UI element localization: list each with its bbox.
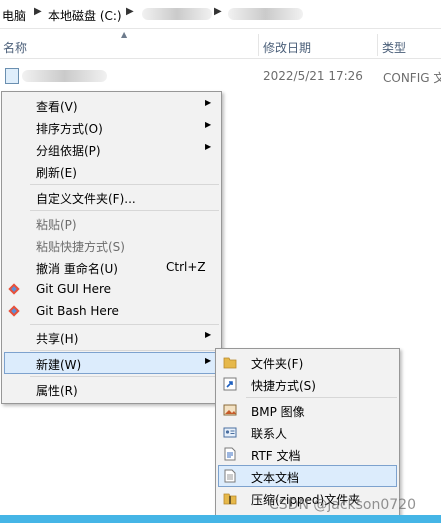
git-bash-icon: [8, 305, 20, 317]
menu-item-refresh[interactable]: 刷新(E): [4, 160, 219, 182]
breadcrumb-local-disk[interactable]: 本地磁盘 (C:): [48, 7, 122, 24]
breadcrumb-separator-icon[interactable]: ▶: [214, 6, 222, 17]
rtf-document-icon: [224, 447, 236, 461]
menu-item-shortcut: Ctrl+Z: [166, 260, 206, 274]
bmp-image-icon: [223, 404, 237, 416]
taskbar-strip: [0, 515, 441, 523]
menu-item-label: 自定义文件夹(F)...: [36, 192, 136, 206]
submenu-arrow-icon: ▶: [205, 330, 212, 339]
breadcrumb-separator-icon[interactable]: ▶: [34, 6, 42, 17]
menu-item-label: 文件夹(F): [251, 357, 304, 371]
menu-item-label: 分组依据(P): [36, 144, 101, 158]
submenu-arrow-icon: ▶: [205, 120, 212, 129]
submenu-arrow-icon: ▶: [205, 142, 212, 151]
menu-item-label: 快捷方式(S): [251, 379, 316, 393]
text-document-icon: [224, 469, 236, 483]
menu-item-label: 刷新(E): [36, 166, 77, 180]
column-divider[interactable]: [377, 34, 378, 56]
menu-item-git-bash[interactable]: Git Bash Here: [4, 300, 219, 322]
breadcrumb-redacted-folder[interactable]: [228, 8, 303, 20]
menu-item-view[interactable]: 查看(V) ▶: [4, 94, 219, 116]
menu-item-label: BMP 图像: [251, 405, 305, 419]
column-header-modified[interactable]: 修改日期: [263, 39, 311, 56]
menu-item-paste[interactable]: 粘贴(P): [4, 212, 219, 234]
column-header-type[interactable]: 类型: [382, 39, 406, 56]
menu-item-properties[interactable]: 属性(R): [4, 378, 219, 400]
column-header-bar: ▲ 名称 修改日期 类型: [0, 30, 441, 59]
menu-item-label: 撤消 重命名(U): [36, 262, 118, 276]
new-item-rtf[interactable]: RTF 文档: [218, 443, 397, 465]
new-submenu: 文件夹(F) 快捷方式(S) BMP 图像 联系人 RTF 文档 文本文档 压缩…: [215, 348, 400, 516]
file-name-redacted: [22, 70, 107, 82]
file-modified-date: 2022/5/21 17:26: [263, 69, 363, 83]
breadcrumb-separator-icon[interactable]: ▶: [126, 6, 134, 17]
sort-ascending-icon: ▲: [121, 30, 128, 39]
zip-folder-icon: [223, 493, 237, 505]
submenu-arrow-icon: ▶: [205, 356, 212, 365]
menu-item-label: RTF 文档: [251, 449, 301, 463]
new-item-folder[interactable]: 文件夹(F): [218, 351, 397, 373]
submenu-arrow-icon: ▶: [205, 98, 212, 107]
contact-icon: [223, 427, 237, 438]
column-header-name[interactable]: 名称: [3, 39, 27, 56]
folder-icon: [223, 357, 237, 369]
menu-item-label: 新建(W): [36, 358, 82, 372]
menu-item-sort-by[interactable]: 排序方式(O) ▶: [4, 116, 219, 138]
menu-item-new[interactable]: 新建(W) ▶: [4, 352, 219, 374]
menu-item-label: 粘贴快捷方式(S): [36, 240, 125, 254]
menu-item-label: Git GUI Here: [36, 282, 112, 296]
menu-separator: [30, 210, 219, 211]
menu-item-group-by[interactable]: 分组依据(P) ▶: [4, 138, 219, 160]
git-gui-icon: [8, 283, 20, 295]
address-bar[interactable]: 电脑 ▶ 本地磁盘 (C:) ▶ ▶: [0, 0, 441, 29]
context-menu: 查看(V) ▶ 排序方式(O) ▶ 分组依据(P) ▶ 刷新(E) 自定义文件夹…: [1, 91, 222, 404]
new-item-bmp[interactable]: BMP 图像: [218, 399, 397, 421]
column-divider[interactable]: [258, 34, 259, 56]
menu-item-label: 联系人: [251, 427, 288, 441]
config-file-icon: [5, 68, 19, 84]
shortcut-icon: [223, 377, 237, 391]
menu-separator: [30, 376, 219, 377]
menu-item-label: Git Bash Here: [36, 304, 119, 318]
new-item-text-document[interactable]: 文本文档: [218, 465, 397, 487]
watermark: CSDN @jackson0720: [269, 497, 416, 513]
file-type: CONFIG 文: [383, 71, 441, 85]
menu-separator: [30, 184, 219, 185]
menu-item-label: 文本文档: [251, 471, 300, 485]
menu-item-customize-folder[interactable]: 自定义文件夹(F)...: [4, 186, 219, 208]
menu-separator: [30, 324, 219, 325]
new-item-shortcut[interactable]: 快捷方式(S): [218, 373, 397, 395]
menu-item-label: 粘贴(P): [36, 218, 77, 232]
menu-item-label: 查看(V): [36, 100, 78, 114]
menu-item-label: 共享(H): [36, 332, 79, 346]
file-row[interactable]: 2022/5/21 17:26 CONFIG 文: [0, 65, 441, 87]
breadcrumb-this-pc[interactable]: 电脑: [2, 7, 26, 24]
menu-separator: [30, 350, 219, 351]
menu-item-label: 排序方式(O): [36, 122, 103, 136]
menu-item-share[interactable]: 共享(H) ▶: [4, 326, 219, 348]
new-item-contact[interactable]: 联系人: [218, 421, 397, 443]
menu-item-undo-rename[interactable]: 撤消 重命名(U) Ctrl+Z: [4, 256, 219, 278]
menu-item-label: 属性(R): [36, 384, 78, 398]
menu-item-git-gui[interactable]: Git GUI Here: [4, 278, 219, 300]
breadcrumb-redacted-folder[interactable]: [142, 8, 212, 20]
menu-separator: [246, 397, 397, 398]
menu-item-paste-shortcut[interactable]: 粘贴快捷方式(S): [4, 234, 219, 256]
